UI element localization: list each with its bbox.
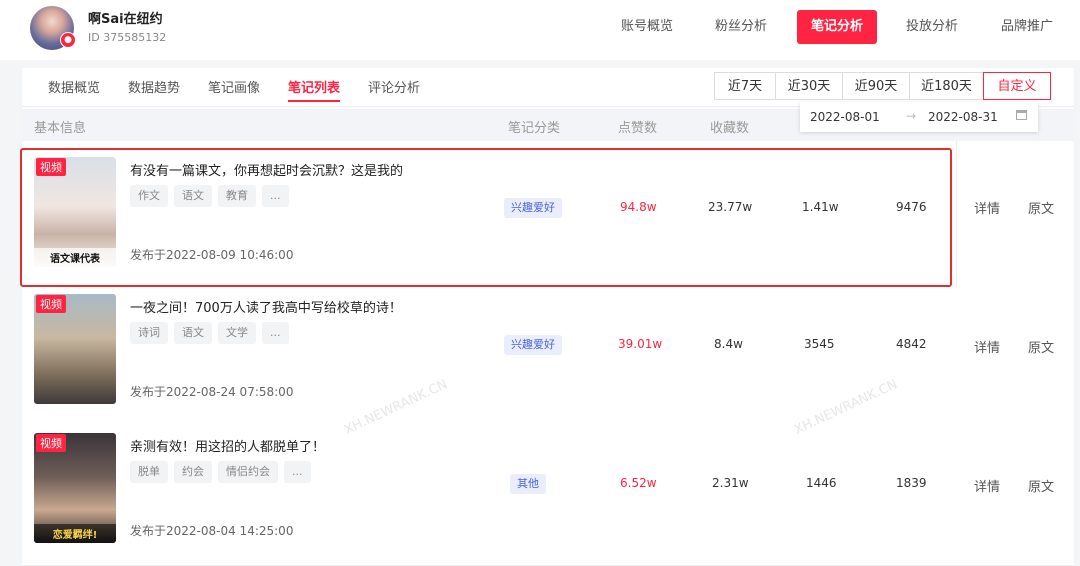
tab-data-overview[interactable]: 数据概览	[48, 77, 100, 96]
detail-link[interactable]: 详情	[974, 198, 1000, 217]
more-tags[interactable]: ...	[262, 185, 289, 207]
header-likes[interactable]: 点赞数	[618, 117, 657, 136]
tag: 作文	[130, 185, 168, 207]
video-badge: 视频	[36, 158, 66, 176]
note-tags: 作文 语文 教育...	[130, 184, 295, 207]
original-link[interactable]: 原文	[1028, 337, 1054, 356]
stat-col4: 9476	[896, 200, 927, 214]
range-180-days[interactable]: 近180天	[909, 72, 984, 100]
header-basic-info: 基本信息	[34, 121, 87, 136]
date-start-input[interactable]: 2022-08-01	[810, 110, 880, 124]
account-id: ID 375585132	[88, 31, 167, 44]
collects-count: 2.31w	[712, 476, 749, 490]
stat-col3: 1.41w	[802, 200, 839, 214]
likes-count: 94.8w	[620, 200, 657, 214]
tag: 教育	[218, 185, 256, 207]
note-list-panel: 数据概览 数据趋势 笔记画像 笔记列表 评论分析 近7天 近30天 近90天 近…	[20, 68, 1074, 566]
header-category[interactable]: 笔记分类	[508, 117, 560, 136]
publish-time: 发布于2022-08-24 07:58:00	[130, 385, 294, 399]
tag: 脱单	[130, 461, 168, 483]
category-badge: 其他	[510, 474, 546, 494]
tab-data-trend[interactable]: 数据趋势	[128, 77, 180, 96]
tag: 语文	[174, 185, 212, 207]
publish-time: 发布于2022-08-09 10:46:00	[130, 248, 294, 262]
tag: 文学	[218, 322, 256, 344]
tab-note-list[interactable]: 笔记列表	[288, 77, 341, 102]
range-90-days[interactable]: 近90天	[842, 72, 910, 100]
likes-count: 6.52w	[620, 476, 657, 490]
top-bar: ● 啊Sai在纽约 ID 375585132 账号概览 粉丝分析 笔记分析 投放…	[0, 0, 1080, 60]
nav-note-analysis[interactable]: 笔记分析	[797, 10, 877, 44]
collects-count: 8.4w	[714, 337, 743, 351]
nav-brand-promotion[interactable]: 品牌推广	[990, 10, 1064, 44]
original-link[interactable]: 原文	[1028, 198, 1054, 217]
table-row[interactable]: 视频 一夜之间！700万人读了我高中写给校草的诗！ 诗词 语文 文学... 发布于2…	[22, 287, 1074, 427]
stat-col3: 3545	[804, 337, 835, 351]
account-name: 啊Sai在纽约	[88, 12, 163, 27]
tag: 语文	[174, 322, 212, 344]
tab-comment-analysis[interactable]: 评论分析	[368, 77, 420, 96]
category-badge: 兴趣爱好	[504, 198, 562, 218]
user-badge-icon: ●	[60, 32, 76, 48]
note-title[interactable]: 一夜之间！700万人读了我高中写给校草的诗！	[130, 297, 402, 316]
detail-link[interactable]: 详情	[974, 337, 1000, 356]
note-tags: 脱单 约会 情侣约会...	[130, 460, 317, 483]
thumbnail-caption: 语文课代表	[34, 248, 116, 267]
stat-col4: 4842	[896, 337, 927, 351]
publish-time: 发布于2022-08-04 14:25:00	[130, 524, 294, 538]
likes-count: 39.01w	[618, 337, 663, 351]
video-badge: 视频	[36, 434, 66, 452]
video-badge: 视频	[36, 295, 66, 313]
note-tags: 诗词 语文 文学...	[130, 321, 295, 344]
stat-col4: 1839	[896, 476, 927, 490]
note-title[interactable]: 亲测有效！用这招的人都脱单了！	[130, 436, 325, 455]
range-7-days[interactable]: 近7天	[714, 72, 776, 100]
category-badge: 兴趣爱好	[504, 335, 562, 355]
nav-ad-analysis[interactable]: 投放分析	[895, 10, 969, 44]
table-row[interactable]: 恋爱羁绊! 视频 亲测有效！用这招的人都脱单了！ 脱单 约会 情侣约会... 发布于…	[22, 426, 1074, 566]
calendar-icon[interactable]	[1016, 110, 1027, 120]
date-end-input[interactable]: 2022-08-31	[928, 110, 998, 124]
tag: 情侣约会	[218, 461, 278, 483]
detail-link[interactable]: 详情	[974, 476, 1000, 495]
date-range-arrow: →	[906, 109, 917, 123]
tag: 约会	[174, 461, 212, 483]
nav-fan-analysis[interactable]: 粉丝分析	[704, 10, 778, 44]
thumbnail-caption: 恋爱羁绊!	[34, 524, 116, 543]
more-tags[interactable]: ...	[284, 461, 311, 483]
collects-count: 23.77w	[708, 200, 753, 214]
nav-account-overview[interactable]: 账号概览	[610, 10, 684, 44]
original-link[interactable]: 原文	[1028, 476, 1054, 495]
table-row[interactable]: 语文课代表 视频 有没有一篇课文，你再想起时会沉默？这是我的 作文 语文 教育...…	[20, 148, 952, 287]
range-30-days[interactable]: 近30天	[775, 72, 843, 100]
tab-note-profile[interactable]: 笔记画像	[208, 77, 260, 96]
header-collects[interactable]: 收藏数	[710, 117, 749, 136]
more-tags[interactable]: ...	[262, 322, 289, 344]
note-title[interactable]: 有没有一篇课文，你再想起时会沉默？这是我的	[130, 160, 403, 179]
range-custom[interactable]: 自定义	[983, 72, 1051, 100]
tag: 诗词	[130, 322, 168, 344]
stat-col3: 1446	[806, 476, 837, 490]
date-range-picker[interactable]: 2022-08-01 → 2022-08-31	[800, 102, 1038, 132]
